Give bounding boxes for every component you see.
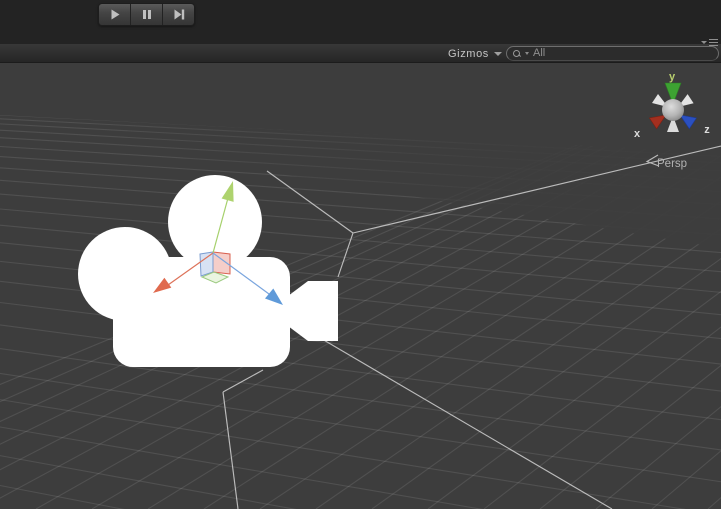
axis-label-y: y — [669, 71, 676, 83]
scene-viewport[interactable]: y x z Persp — [0, 63, 721, 509]
pause-icon — [142, 10, 151, 19]
camera-lens — [288, 281, 338, 341]
grid-line — [0, 399, 721, 509]
main-toolbar — [0, 0, 721, 44]
grid-line — [0, 348, 721, 451]
grid-line — [0, 372, 721, 483]
frustum-line — [337, 232, 354, 278]
play-icon — [111, 9, 119, 20]
chevron-down-icon — [493, 51, 502, 56]
pane-menu-bars-icon — [709, 39, 718, 46]
orientation-gizmo: y x z — [634, 71, 710, 140]
unity-editor-window: Gizmos All y x z Persp — [0, 0, 721, 509]
pause-button[interactable] — [131, 4, 163, 25]
step-forward-icon — [174, 9, 184, 20]
search-input[interactable]: All — [506, 46, 719, 61]
playback-controls — [98, 3, 195, 26]
search-value: All — [533, 47, 546, 59]
play-button[interactable] — [99, 4, 131, 25]
frustum-line — [321, 338, 613, 509]
axis-sphere[interactable] — [662, 99, 684, 121]
grid-distance-fade — [0, 115, 721, 248]
move-plane-handle-z[interactable] — [199, 251, 214, 277]
grid-line — [0, 455, 721, 509]
step-button[interactable] — [163, 4, 194, 25]
magnifier-icon — [512, 49, 522, 59]
search-filter-chevron-icon — [525, 52, 529, 55]
pane-menu-chevron-icon — [701, 41, 707, 44]
axis-label-x: x — [634, 128, 641, 140]
pane-menu-icon[interactable] — [701, 37, 719, 48]
gizmos-label: Gizmos — [448, 47, 489, 60]
axis-cone-z[interactable] — [679, 114, 698, 130]
axis-label-z: z — [704, 124, 710, 136]
axis-cone-x[interactable] — [648, 114, 667, 130]
gizmos-dropdown-button[interactable]: Gizmos — [444, 46, 506, 61]
